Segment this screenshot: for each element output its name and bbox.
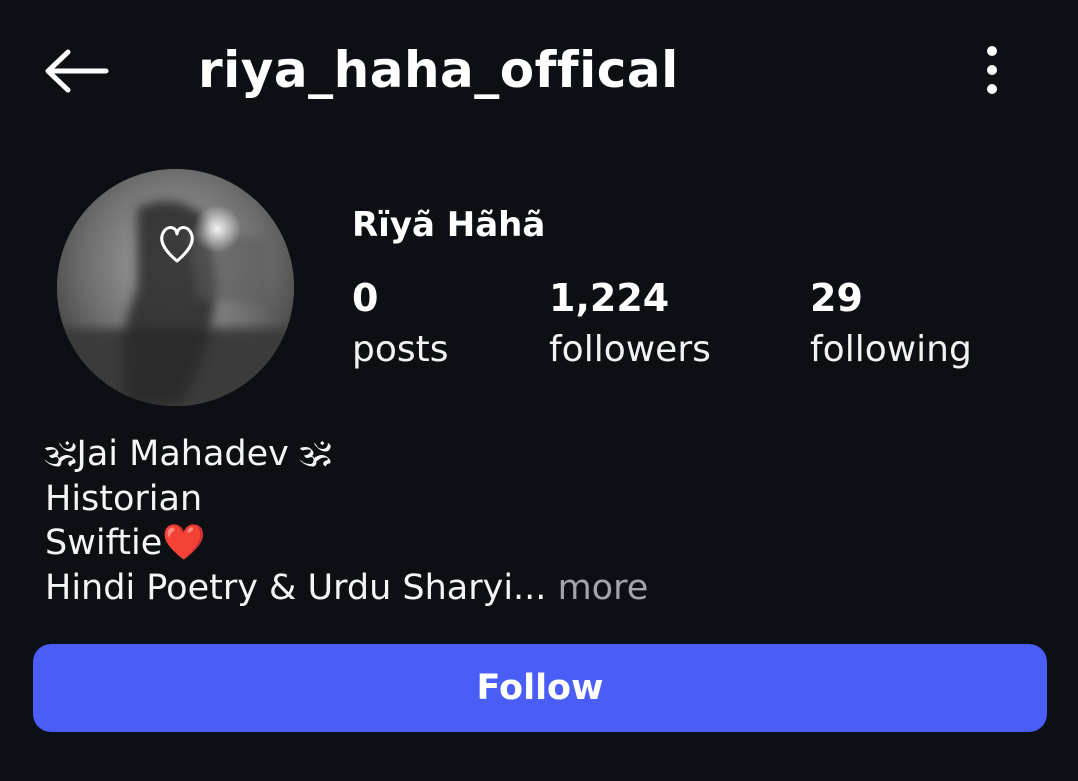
bio-line-text: Hindi Poetry & Urdu Sharyi... <box>45 567 547 608</box>
profile-display-name: Rïyã Hãhã <box>352 205 546 245</box>
avatar-photo <box>57 169 294 406</box>
bio-line: Historian <box>45 478 203 519</box>
stat-following-label: following <box>810 329 972 370</box>
bio-line: Swiftie❤️ <box>45 523 206 563</box>
stat-followers-label: followers <box>549 329 711 370</box>
stat-following-count: 29 <box>810 276 863 320</box>
bio-line: 🕉Jai Mahadev 🕉 <box>45 434 332 474</box>
stat-followers-count: 1,224 <box>549 276 670 320</box>
profile-bio: 🕉Jai Mahadev 🕉 Historian Swiftie❤️ Hindi… <box>45 432 1045 610</box>
back-button[interactable] <box>42 46 112 96</box>
more-options-button[interactable] <box>972 40 1012 100</box>
bio-line-last: Hindi Poetry & Urdu Sharyi... more <box>45 566 1045 611</box>
follow-button[interactable]: Follow <box>33 644 1047 732</box>
stat-posts[interactable]: 0 posts <box>352 272 449 376</box>
arrow-left-icon <box>45 49 109 93</box>
avatar[interactable] <box>57 169 294 406</box>
profile-username: riya_haha_offical <box>198 41 679 99</box>
stat-following[interactable]: 29 following <box>810 272 972 376</box>
stat-posts-label: posts <box>352 329 449 370</box>
bio-more-link[interactable]: more <box>546 568 649 608</box>
top-app-bar: riya_haha_offical <box>0 0 1078 140</box>
stat-posts-count: 0 <box>352 276 379 320</box>
more-vertical-icon <box>987 46 997 94</box>
stat-followers[interactable]: 1,224 followers <box>549 272 711 376</box>
